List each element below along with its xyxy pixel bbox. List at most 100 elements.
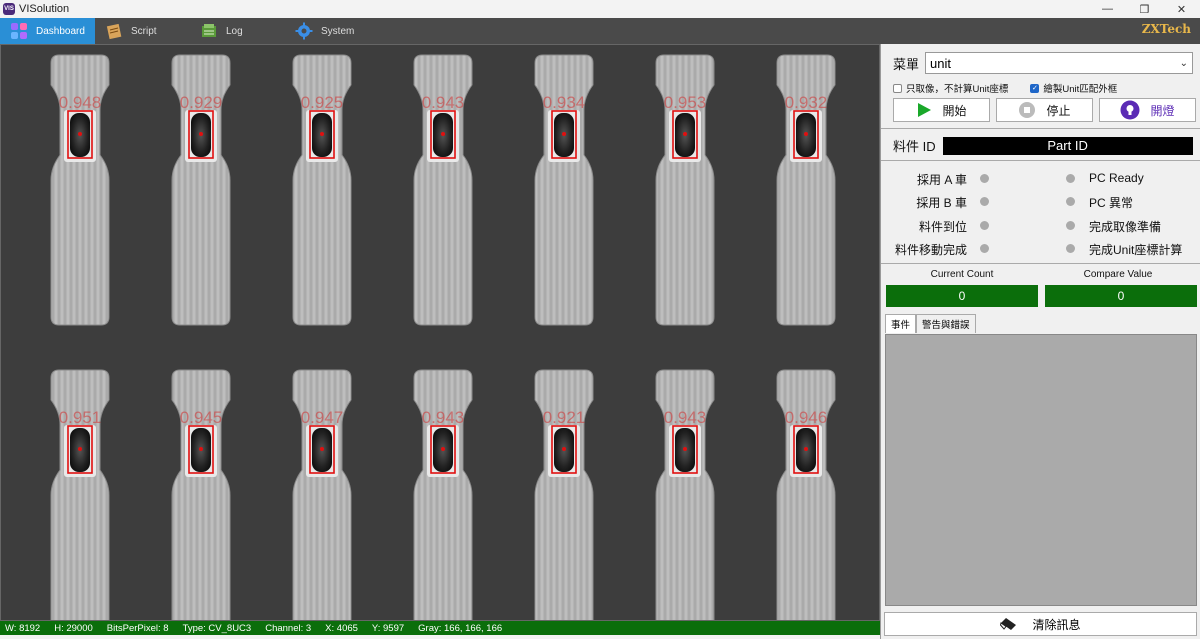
center-marker	[804, 447, 808, 451]
menu-row: 菜單 unit ⌄	[893, 52, 1194, 74]
dashboard-icon	[10, 22, 28, 40]
center-marker	[441, 447, 445, 451]
inspected-unit: 0.943	[413, 369, 473, 620]
status-gray: Gray: 166, 166, 166	[418, 622, 503, 634]
minimize-button[interactable]: —	[1089, 0, 1126, 18]
maximize-button[interactable]: ❐	[1126, 0, 1163, 18]
title-bar: VIS VISolution — ❐ ✕	[0, 0, 1200, 18]
part-id-row: 料件 ID Part ID	[893, 136, 1193, 155]
inspected-unit: 0.945	[171, 369, 231, 620]
light-button[interactable]: 開燈	[1099, 98, 1196, 122]
close-button[interactable]: ✕	[1163, 0, 1200, 18]
status-width: W: 8192	[5, 622, 41, 634]
center-marker	[199, 132, 203, 136]
checkbox-box-checked[interactable]: ✓	[1030, 83, 1040, 93]
match-score: 0.921	[543, 408, 586, 427]
inspected-unit: 0.953	[655, 54, 715, 326]
indicator-light	[1066, 221, 1075, 230]
clear-messages-button[interactable]: 清除訊息	[884, 612, 1197, 636]
tab-dashboard[interactable]: Dashboard	[0, 18, 95, 44]
match-score: 0.951	[59, 408, 102, 427]
indicator-light	[1066, 174, 1075, 183]
inspected-unit: 0.947	[292, 369, 352, 620]
window-controls: — ❐ ✕	[1089, 0, 1200, 18]
signal-use-car-b: 採用 B 車	[916, 196, 967, 210]
clear-messages-label: 清除訊息	[1032, 617, 1081, 632]
status-y: Y: 9597	[371, 622, 405, 634]
stop-label: 停止	[1046, 103, 1071, 118]
inspected-unit: 0.951	[50, 369, 110, 620]
inspected-unit: 0.943	[413, 54, 473, 326]
match-score: 0.925	[301, 93, 344, 112]
match-score: 0.934	[543, 93, 586, 112]
signal-unit-coords-done: 完成Unit座標計算	[1089, 243, 1183, 257]
start-button[interactable]: 開始	[893, 98, 990, 122]
options-row: 只取像，不計算Unit座標 ✓ 繪製Unit匹配外框	[893, 81, 1139, 95]
divider	[881, 263, 1200, 264]
log-message-area[interactable]	[885, 334, 1197, 606]
lightbulb-icon	[1120, 100, 1140, 120]
match-score: 0.947	[301, 408, 344, 427]
brand-logo: ZXTech	[1141, 22, 1191, 36]
center-marker	[683, 132, 687, 136]
control-buttons: 開始 停止 開燈	[893, 98, 1196, 122]
match-score: 0.932	[785, 93, 828, 112]
inspected-unit: 0.934	[534, 54, 594, 326]
chevron-down-icon: ⌄	[1179, 57, 1189, 69]
signal-pc-error: PC 異常	[1089, 196, 1134, 210]
stop-button[interactable]: 停止	[996, 98, 1093, 122]
status-type: Type: CV_8UC3	[182, 622, 252, 634]
tab-warnings-errors[interactable]: 警告與錯誤	[916, 314, 976, 333]
status-x: X: 4065	[325, 622, 358, 634]
match-score: 0.946	[785, 408, 828, 427]
tab-log[interactable]: Log	[190, 18, 285, 44]
inspection-image: 0.948 0.929 0.925 0.943 0.934 0.953 0.932 0.951…	[50, 54, 836, 620]
script-icon	[105, 22, 123, 40]
inspected-unit: 0.921	[534, 369, 594, 620]
log-icon	[200, 22, 218, 40]
current-count-value: 0	[886, 285, 1038, 307]
match-score: 0.943	[664, 408, 707, 427]
center-marker	[78, 132, 82, 136]
center-marker	[320, 447, 324, 451]
light-label: 開燈	[1150, 103, 1175, 118]
status-bits-per-pixel: BitsPerPixel: 8	[106, 622, 169, 634]
log-tabs: 事件 警告與錯誤	[885, 314, 976, 333]
menu-select[interactable]: unit ⌄	[925, 52, 1194, 74]
window-title: VISolution	[19, 3, 70, 15]
compare-value-label: Compare Value	[1083, 269, 1153, 280]
inspected-unit: 0.943	[655, 369, 715, 620]
tab-system[interactable]: System	[285, 18, 380, 44]
play-icon	[918, 103, 932, 117]
match-score: 0.948	[59, 93, 102, 112]
tab-events[interactable]: 事件	[885, 314, 917, 333]
image-viewer[interactable]: 0.948 0.929 0.925 0.943 0.934 0.953 0.932 0.951…	[0, 44, 880, 621]
tab-script[interactable]: Script	[95, 18, 190, 44]
match-score: 0.943	[422, 408, 465, 427]
inspected-unit: 0.948	[50, 54, 110, 326]
center-marker	[320, 132, 324, 136]
capture-only-checkbox[interactable]: 只取像，不計算Unit座標	[893, 81, 1008, 95]
menu-select-value: unit	[930, 55, 951, 71]
tab-label: System	[321, 25, 355, 37]
match-score: 0.929	[180, 93, 223, 112]
status-height: H: 29000	[54, 622, 93, 634]
checkbox-box[interactable]	[893, 83, 902, 93]
inspected-unit: 0.929	[171, 54, 231, 326]
status-bar: W: 8192 H: 29000 BitsPerPixel: 8 Type: C…	[0, 621, 880, 635]
stop-icon	[1019, 102, 1036, 118]
divider	[881, 128, 1200, 129]
part-id-display: Part ID	[942, 136, 1193, 155]
signal-part-in-position: 料件到位	[918, 220, 967, 234]
center-marker	[78, 447, 82, 451]
menu-bar: Dashboard Script Log System ZXTech	[0, 18, 1200, 44]
indicator-light	[980, 174, 989, 183]
draw-box-checkbox[interactable]: ✓ 繪製Unit匹配外框	[1030, 81, 1117, 95]
signal-pc-ready: PC Ready	[1089, 171, 1144, 185]
tab-label: Log	[226, 25, 243, 37]
inspected-unit: 0.946	[776, 369, 836, 620]
inspected-unit: 0.932	[776, 54, 836, 326]
start-label: 開始	[942, 103, 967, 118]
checkbox-label: 繪製Unit匹配外框	[1043, 84, 1118, 95]
center-marker	[441, 132, 445, 136]
